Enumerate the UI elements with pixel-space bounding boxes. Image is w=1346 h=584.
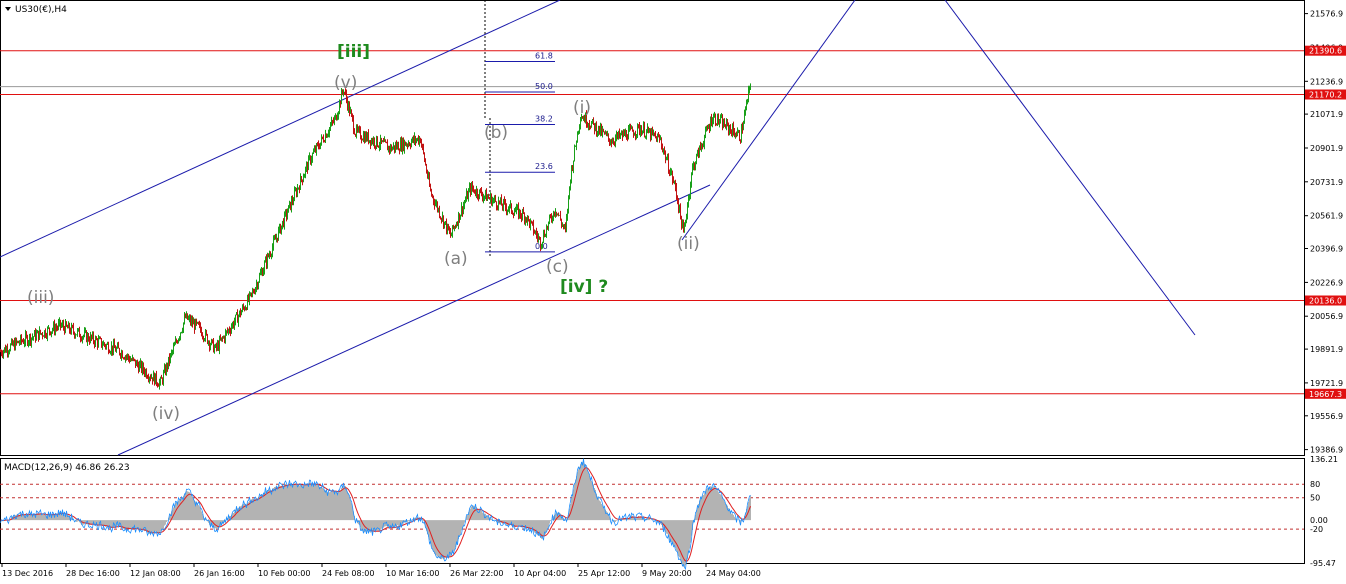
y-axis-tick-label: 20731.9 xyxy=(1310,178,1343,187)
y-axis-tick-label: 21236.9 xyxy=(1310,77,1343,86)
macd-axis-tick-label: 0.00 xyxy=(1310,516,1328,525)
fib-level-label: 38.2 xyxy=(535,115,553,124)
x-axis-tick-label: 9 May 20:00 xyxy=(642,569,692,578)
macd-indicator-title: MACD(12,26,9) 46.86 26.23 xyxy=(4,463,130,473)
wave-label: [iii] xyxy=(337,42,370,62)
fib-level-label: 50.0 xyxy=(535,82,553,91)
wave-label: [iv] ? xyxy=(560,277,608,297)
macd-axis-tick-label: -95.47 xyxy=(1310,559,1336,568)
fib-level-label: 61.8 xyxy=(535,52,553,61)
x-axis-tick-label: 26 Jan 16:00 xyxy=(194,569,245,578)
x-axis-tick-label: 10 Apr 04:00 xyxy=(514,569,566,578)
wave-label: (iv) xyxy=(152,404,180,424)
macd-axis-tick-label: 136.21 xyxy=(1310,455,1338,464)
y-axis-tick-label: 19721.9 xyxy=(1310,379,1343,388)
wave-label: (i) xyxy=(573,98,591,118)
x-axis-tick-label: 28 Dec 16:00 xyxy=(66,569,120,578)
x-axis-tick-label: 10 Feb 00:00 xyxy=(258,569,310,578)
macd-axis-tick-label: 50 xyxy=(1310,494,1320,503)
x-axis-tick-label: 13 Dec 2016 xyxy=(2,569,53,578)
level-price-tag-label: 21390.6 xyxy=(1309,47,1342,56)
wave-label: (c) xyxy=(546,257,569,277)
level-price-tag-label: 19667.3 xyxy=(1309,390,1342,399)
y-axis-tick-label: 20561.9 xyxy=(1310,212,1343,221)
wave-label: (iii) xyxy=(27,288,54,308)
wave-label: (ii) xyxy=(677,234,700,254)
chart-symbol-title: US30(€),H4 xyxy=(15,5,67,15)
x-axis-tick-label: 10 Mar 16:00 xyxy=(386,569,439,578)
y-axis-tick-label: 19556.9 xyxy=(1310,412,1343,421)
macd-axis-tick-label: -20 xyxy=(1310,525,1323,534)
macd-axis-tick-label: 80 xyxy=(1310,480,1320,489)
y-axis-tick-label: 20396.9 xyxy=(1310,245,1343,254)
wave-label: (a) xyxy=(444,249,468,269)
y-axis-tick-label: 20226.9 xyxy=(1310,278,1343,287)
x-axis-tick-label: 12 Jan 08:00 xyxy=(130,569,181,578)
x-axis-tick-label: 25 Apr 12:00 xyxy=(578,569,630,578)
level-price-tag-label: 21170.2 xyxy=(1309,91,1342,100)
level-price-tag-label: 20136.0 xyxy=(1309,297,1342,306)
y-axis-tick-label: 21576.9 xyxy=(1310,10,1343,19)
x-axis-tick-label: 26 Mar 22:00 xyxy=(450,569,503,578)
wave-label: (v) xyxy=(334,73,357,93)
x-axis-tick-label: 24 May 04:00 xyxy=(706,569,761,578)
y-axis-tick-label: 19891.9 xyxy=(1310,345,1343,354)
wave-label: (b) xyxy=(484,123,508,143)
x-axis-tick-label: 24 Feb 08:00 xyxy=(322,569,374,578)
y-axis-tick-label: 19386.9 xyxy=(1310,446,1343,455)
y-axis-tick-label: 20901.9 xyxy=(1310,144,1343,153)
y-axis-tick-label: 21071.9 xyxy=(1310,110,1343,119)
chart-canvas[interactable]: 61.850.038.223.60.0 136.2180500.00-20-95… xyxy=(0,0,1346,584)
fib-level-label: 23.6 xyxy=(535,162,553,171)
y-axis-tick-label: 20056.9 xyxy=(1310,312,1343,321)
